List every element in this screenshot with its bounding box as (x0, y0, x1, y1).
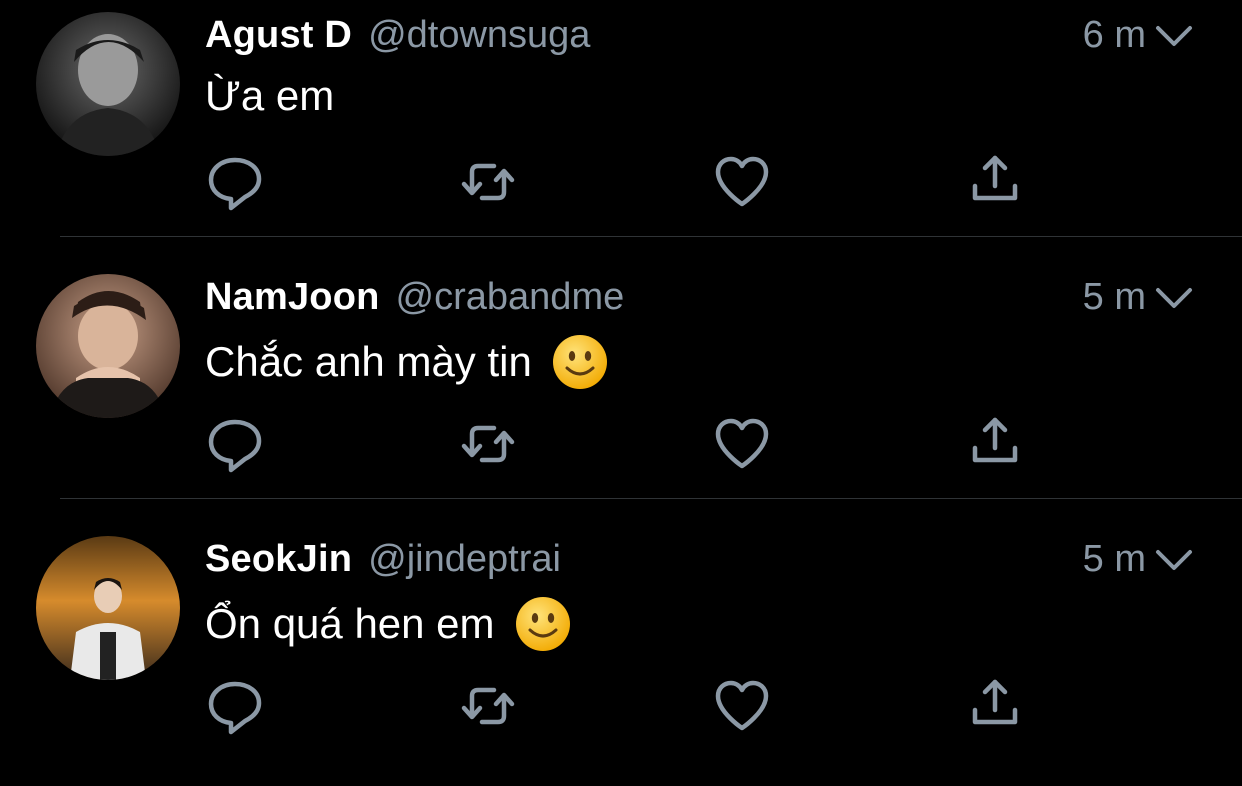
heart-icon[interactable] (712, 676, 772, 736)
tweet-text: Ừa em (205, 72, 334, 120)
timestamp: 5 m (1082, 276, 1146, 318)
tweet[interactable]: NamJoon @crabandme 5 m Chắc anh mày tin (0, 262, 1242, 524)
tweet-text-content: Ổn quá hen em (205, 600, 495, 647)
chevron-down-icon[interactable] (1154, 284, 1194, 314)
tweet-text-content: Ừa em (205, 72, 335, 119)
user-handle[interactable]: @jindeptrai (368, 538, 561, 581)
tweet[interactable]: Agust D @dtownsuga 6 m Ừa em (0, 0, 1242, 262)
divider (60, 236, 1242, 237)
reply-icon[interactable] (205, 676, 265, 736)
display-name[interactable]: SeokJin (205, 538, 352, 581)
avatar[interactable] (36, 536, 180, 680)
timestamp: 5 m (1082, 538, 1146, 580)
slightly-smiling-face-icon (515, 596, 571, 652)
share-icon[interactable] (965, 152, 1025, 212)
user-handle[interactable]: @dtownsuga (368, 14, 590, 57)
chevron-down-icon[interactable] (1154, 22, 1194, 52)
share-icon[interactable] (965, 676, 1025, 736)
tweet-text-content: Chắc anh mày tin (205, 338, 532, 385)
heart-icon[interactable] (712, 414, 772, 474)
reply-icon[interactable] (205, 414, 265, 474)
share-icon[interactable] (965, 414, 1025, 474)
retweet-icon[interactable] (458, 152, 518, 212)
timestamp: 6 m (1082, 14, 1146, 56)
chevron-down-icon[interactable] (1154, 546, 1194, 576)
reply-icon[interactable] (205, 152, 265, 212)
tweet-header: Agust D @dtownsuga (205, 14, 590, 64)
avatar[interactable] (36, 274, 180, 418)
display-name[interactable]: NamJoon (205, 276, 380, 319)
tweet-actions (0, 676, 1242, 736)
retweet-icon[interactable] (458, 414, 518, 474)
tweet-header: SeokJin @jindeptrai (205, 538, 561, 588)
display-name[interactable]: Agust D (205, 14, 352, 57)
tweet-actions (0, 414, 1242, 474)
heart-icon[interactable] (712, 152, 772, 212)
user-handle[interactable]: @crabandme (396, 276, 625, 319)
tweet[interactable]: SeokJin @jindeptrai 5 m Ổn quá hen em (0, 524, 1242, 786)
retweet-icon[interactable] (458, 676, 518, 736)
tweet-text: Chắc anh mày tin (205, 334, 608, 390)
tweet-text: Ổn quá hen em (205, 596, 571, 652)
divider (60, 498, 1242, 499)
tweet-header: NamJoon @crabandme (205, 276, 624, 326)
tweet-actions (0, 152, 1242, 212)
slightly-smiling-face-icon (552, 334, 608, 390)
avatar[interactable] (36, 12, 180, 156)
